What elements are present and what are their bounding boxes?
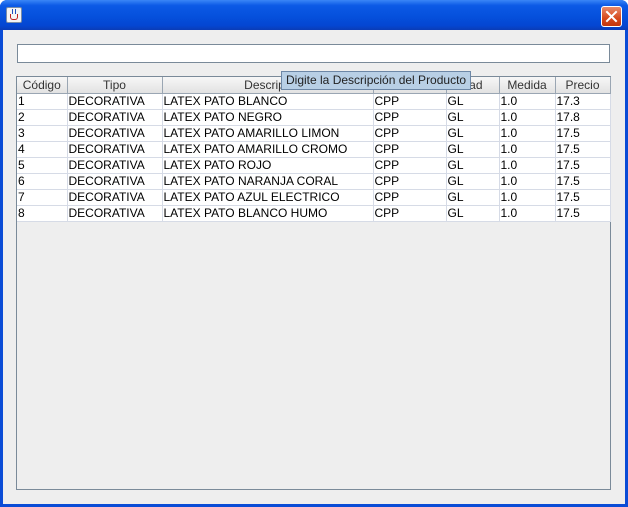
table-cell[interactable]: 1.0 bbox=[499, 205, 556, 222]
table-cell[interactable]: 4 bbox=[17, 141, 68, 158]
table-cell[interactable]: 1.0 bbox=[499, 173, 556, 190]
table-cell[interactable]: DECORATIVA bbox=[67, 109, 163, 126]
table-cell[interactable]: 6 bbox=[17, 173, 68, 190]
table-cell[interactable]: DECORATIVA bbox=[67, 141, 163, 158]
table-row[interactable]: 3 DECORATIVA LATEX PATO AMARILLO LIMON CPP G… bbox=[17, 125, 611, 142]
close-icon bbox=[605, 10, 618, 23]
table-row[interactable]: 5 DECORATIVA LATEX PATO ROJO CPP GL 1.0 17.5 bbox=[17, 157, 611, 174]
table-cell[interactable]: DECORATIVA bbox=[67, 189, 163, 206]
table-cell[interactable]: 17.8 bbox=[555, 109, 611, 126]
column-header[interactable]: Precio bbox=[555, 77, 611, 94]
table-row[interactable]: 2 DECORATIVA LATEX PATO NEGRO CPP GL 1.0 17.8 bbox=[17, 109, 611, 126]
table-cell[interactable]: DECORATIVA bbox=[67, 173, 163, 190]
search-input[interactable] bbox=[17, 44, 610, 63]
tooltip: Digite la Descripción del Producto bbox=[281, 71, 472, 90]
java-cup-icon[interactable] bbox=[6, 7, 22, 23]
table-cell[interactable]: LATEX PATO AZUL ELECTRICO bbox=[162, 189, 374, 206]
table-cell[interactable]: LATEX PATO AMARILLO LIMON bbox=[162, 125, 374, 142]
table-cell[interactable]: 8 bbox=[17, 205, 68, 222]
table-cell[interactable]: 17.5 bbox=[555, 173, 611, 190]
table-cell[interactable]: GL bbox=[446, 205, 500, 222]
table-cell[interactable]: 17.5 bbox=[555, 141, 611, 158]
table-cell[interactable]: 1 bbox=[17, 93, 68, 110]
table-cell[interactable]: DECORATIVA bbox=[67, 205, 163, 222]
table-cell[interactable]: GL bbox=[446, 141, 500, 158]
app-window: Código Tipo Descripc dad Medida Precio 1 DECOR… bbox=[0, 0, 628, 507]
table-row[interactable]: 6 DECORATIVA LATEX PATO NARANJA CORAL CPP GL… bbox=[17, 173, 611, 190]
table-cell[interactable]: 17.3 bbox=[555, 93, 611, 110]
close-button[interactable] bbox=[601, 6, 622, 27]
table-cell[interactable]: LATEX PATO BLANCO bbox=[162, 93, 374, 110]
table-cell[interactable]: CPP bbox=[373, 125, 447, 142]
column-header[interactable]: Código bbox=[17, 77, 68, 94]
table-row[interactable]: 8 DECORATIVA LATEX PATO BLANCO HUMO CPP GL 1.… bbox=[17, 205, 611, 222]
table-cell[interactable]: 1.0 bbox=[499, 93, 556, 110]
table-cell[interactable]: 5 bbox=[17, 157, 68, 174]
table-cell[interactable]: CPP bbox=[373, 157, 447, 174]
table-cell[interactable]: GL bbox=[446, 173, 500, 190]
table-cell[interactable]: LATEX PATO BLANCO HUMO bbox=[162, 205, 374, 222]
product-table[interactable]: Código Tipo Descripc dad Medida Precio 1 DECOR… bbox=[17, 77, 611, 222]
table-cell[interactable]: CPP bbox=[373, 109, 447, 126]
table-cell[interactable]: GL bbox=[446, 109, 500, 126]
table-cell[interactable]: 3 bbox=[17, 125, 68, 142]
table-cell[interactable]: GL bbox=[446, 125, 500, 142]
content-pane: Código Tipo Descripc dad Medida Precio 1 DECOR… bbox=[3, 30, 625, 504]
table-cell[interactable]: 17.5 bbox=[555, 125, 611, 142]
column-header[interactable]: Medida bbox=[499, 77, 556, 94]
table-row[interactable]: 7 DECORATIVA LATEX PATO AZUL ELECTRICO CPP G… bbox=[17, 189, 611, 206]
table-cell[interactable]: 17.5 bbox=[555, 205, 611, 222]
table-cell[interactable]: DECORATIVA bbox=[67, 125, 163, 142]
table-cell[interactable]: GL bbox=[446, 189, 500, 206]
table-cell[interactable]: 17.5 bbox=[555, 157, 611, 174]
table-cell[interactable]: 1.0 bbox=[499, 109, 556, 126]
table-cell[interactable]: LATEX PATO AMARILLO CROMO bbox=[162, 141, 374, 158]
table-cell[interactable]: CPP bbox=[373, 173, 447, 190]
table-cell[interactable]: DECORATIVA bbox=[67, 93, 163, 110]
table-cell[interactable]: LATEX PATO NARANJA CORAL bbox=[162, 173, 374, 190]
table-cell[interactable]: GL bbox=[446, 93, 500, 110]
table-cell[interactable]: CPP bbox=[373, 189, 447, 206]
title-bar[interactable] bbox=[0, 0, 628, 30]
table-cell[interactable]: DECORATIVA bbox=[67, 157, 163, 174]
table-cell[interactable]: 2 bbox=[17, 109, 68, 126]
table-row[interactable]: 4 DECORATIVA LATEX PATO AMARILLO CROMO CPP G… bbox=[17, 141, 611, 158]
column-header[interactable]: Tipo bbox=[67, 77, 163, 94]
table-cell[interactable]: CPP bbox=[373, 93, 447, 110]
table-cell[interactable]: 1.0 bbox=[499, 189, 556, 206]
table-cell[interactable]: LATEX PATO ROJO bbox=[162, 157, 374, 174]
table-cell[interactable]: GL bbox=[446, 157, 500, 174]
table-cell[interactable]: CPP bbox=[373, 205, 447, 222]
table-cell[interactable]: 17.5 bbox=[555, 189, 611, 206]
table-cell[interactable]: 1.0 bbox=[499, 157, 556, 174]
table-row[interactable]: 1 DECORATIVA LATEX PATO BLANCO CPP GL 1.0 17.3 bbox=[17, 93, 611, 110]
table-cell[interactable]: CPP bbox=[373, 141, 447, 158]
table-cell[interactable]: 1.0 bbox=[499, 125, 556, 142]
table-cell[interactable]: 7 bbox=[17, 189, 68, 206]
table-cell[interactable]: 1.0 bbox=[499, 141, 556, 158]
product-table-scrollpane[interactable]: Código Tipo Descripc dad Medida Precio 1 DECOR… bbox=[16, 76, 611, 490]
table-cell[interactable]: LATEX PATO NEGRO bbox=[162, 109, 374, 126]
